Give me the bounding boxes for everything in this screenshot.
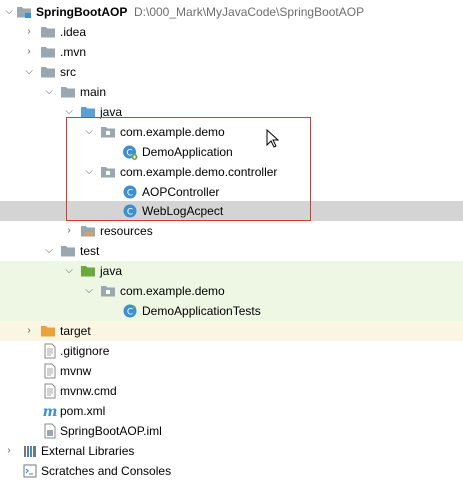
svg-text:m: m (43, 404, 58, 419)
project-path: D:\000_Mark\MyJavaCode\SpringBootAOP (134, 5, 365, 19)
maven-icon: m (42, 403, 58, 420)
scratches-icon (22, 463, 38, 479)
chevron-down-icon[interactable]: ⌵ (84, 166, 94, 178)
project-name: SpringBootAOP (36, 5, 128, 19)
class-icon: C (122, 203, 138, 219)
package-label: com.example.demo.controller (120, 165, 278, 179)
chevron-right-icon[interactable]: › (4, 445, 14, 457)
tree-row-mvnw[interactable]: mvnw (0, 361, 463, 381)
package-icon (100, 283, 116, 299)
external-libraries-label: External Libraries (41, 444, 135, 458)
spring-boot-class-icon: C (122, 144, 138, 160)
resources-folder-icon (80, 223, 96, 239)
file-label: mvnw (60, 364, 92, 378)
class-icon: C (122, 184, 138, 200)
folder-label: .idea (60, 25, 87, 39)
chevron-down-icon[interactable]: ⌵ (64, 265, 74, 277)
chevron-down-icon[interactable]: ⌵ (44, 86, 54, 98)
tree-row-idea[interactable]: › .idea (0, 22, 463, 42)
class-label: WebLogAcpect (142, 204, 224, 218)
tree-row-scratches[interactable]: Scratches and Consoles (0, 461, 463, 481)
class-label: DemoApplicationTests (142, 304, 261, 318)
tree-row-iml[interactable]: SpringBootAOP.iml (0, 421, 463, 441)
folder-label: java (100, 105, 123, 119)
chevron-down-icon[interactable]: ⌵ (84, 126, 94, 138)
tree-row-package-demo[interactable]: ⌵ com.example.demo (0, 122, 463, 142)
svg-text:C: C (127, 189, 133, 199)
tree-row-demo-application-tests[interactable]: C DemoApplicationTests (0, 301, 463, 321)
folder-label: resources (100, 224, 153, 238)
tree-row-src[interactable]: ⌵ src (0, 62, 463, 82)
scratches-label: Scratches and Consoles (41, 464, 172, 478)
package-label: com.example.demo (120, 284, 225, 298)
file-label: pom.xml (60, 404, 106, 418)
project-tree: ⌵ SpringBootAOP D:\000_Mark\MyJavaCode\S… (0, 0, 463, 482)
tree-row-test-package[interactable]: ⌵ com.example.demo (0, 281, 463, 301)
library-icon (22, 443, 38, 459)
package-icon (100, 164, 116, 180)
folder-label: test (80, 244, 100, 258)
folder-label: .mvn (60, 45, 87, 59)
folder-label: src (60, 65, 76, 79)
file-label: SpringBootAOP.iml (60, 424, 162, 438)
chevron-right-icon[interactable]: › (24, 26, 34, 38)
tree-row-main[interactable]: ⌵ main (0, 82, 463, 102)
folder-label: main (80, 85, 107, 99)
tree-row-gitignore[interactable]: .gitignore (0, 341, 463, 361)
tree-row-test-java[interactable]: ⌵ java (0, 261, 463, 281)
tree-row-resources[interactable]: › resources (0, 221, 463, 241)
tree-row-mvnw-cmd[interactable]: mvnw.cmd (0, 381, 463, 401)
tree-row-package-controller[interactable]: ⌵ com.example.demo.controller (0, 162, 463, 182)
file-label: .gitignore (60, 344, 110, 358)
chevron-down-icon[interactable]: ⌵ (4, 6, 14, 18)
text-file-icon (42, 343, 58, 359)
class-label: DemoApplication (142, 145, 233, 159)
source-folder-icon (80, 104, 96, 120)
tree-row-mvn[interactable]: › .mvn (0, 42, 463, 62)
tree-row-pom[interactable]: m pom.xml (0, 401, 463, 421)
text-file-icon (42, 363, 58, 379)
test-source-folder-icon (80, 263, 96, 279)
folder-icon (40, 44, 56, 60)
tree-row-external-libraries[interactable]: › External Libraries (0, 441, 463, 461)
chevron-right-icon[interactable]: › (64, 225, 74, 237)
tree-row-main-java[interactable]: ⌵ java (0, 102, 463, 122)
svg-text:C: C (127, 308, 133, 318)
svg-text:C: C (127, 208, 133, 218)
tree-row-test[interactable]: ⌵ test (0, 241, 463, 261)
chevron-down-icon[interactable]: ⌵ (44, 245, 54, 257)
chevron-right-icon[interactable]: › (24, 325, 34, 337)
test-class-icon: C (122, 303, 138, 319)
folder-label: target (60, 324, 91, 338)
folder-icon (40, 64, 56, 80)
tree-row-target[interactable]: › target (0, 321, 463, 341)
chevron-right-icon[interactable]: › (24, 46, 34, 58)
package-icon (100, 124, 116, 140)
tree-row-aop-controller[interactable]: C AOPController (0, 182, 463, 202)
chevron-down-icon[interactable]: ⌵ (24, 66, 34, 78)
excluded-folder-icon (40, 323, 56, 339)
folder-icon (60, 243, 76, 259)
module-file-icon (42, 423, 58, 439)
text-file-icon (42, 383, 58, 399)
class-label: AOPController (142, 185, 220, 199)
file-label: mvnw.cmd (60, 384, 117, 398)
folder-icon (60, 84, 76, 100)
folder-icon (40, 24, 56, 40)
chevron-down-icon[interactable]: ⌵ (84, 285, 94, 297)
tree-row-weblog-aspect[interactable]: C WebLogAcpect (0, 201, 463, 221)
tree-row-project-root[interactable]: ⌵ SpringBootAOP D:\000_Mark\MyJavaCode\S… (0, 2, 463, 22)
folder-icon (16, 4, 32, 20)
mouse-cursor-icon (266, 129, 280, 148)
package-label: com.example.demo (120, 125, 225, 139)
folder-label: java (100, 264, 123, 278)
chevron-down-icon[interactable]: ⌵ (64, 106, 74, 118)
tree-row-demo-application[interactable]: C DemoApplication (0, 142, 463, 162)
